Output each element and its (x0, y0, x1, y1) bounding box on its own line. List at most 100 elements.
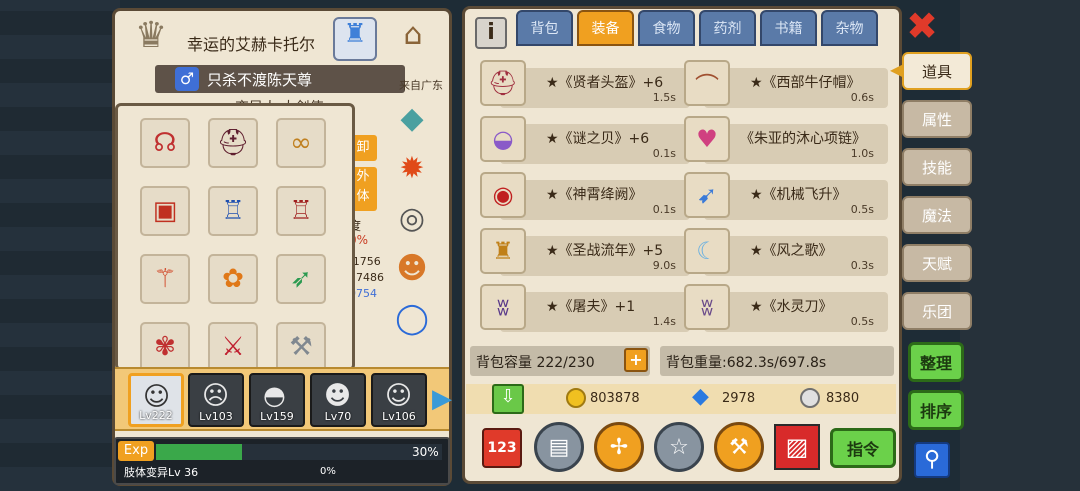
list-item[interactable]: ★《水灵刀》 0.5s ʬ (684, 284, 894, 332)
party-member-5[interactable]: ☺ Lv106 (371, 373, 427, 427)
star-button[interactable]: ☆ (654, 422, 704, 472)
numbers-icon: 123 (487, 440, 517, 456)
pinwheel-button[interactable]: ✢ (594, 422, 644, 472)
equip-slot-pumpkin-staff[interactable]: ✿ (208, 254, 258, 304)
equip-slot-backpack[interactable]: ▣ (140, 186, 190, 236)
party-level-5: Lv106 (382, 410, 416, 423)
side-tab-skills[interactable]: 技能 (902, 148, 972, 186)
character-portrait-icon: ☹ (202, 381, 230, 411)
book-button[interactable]: ▤ (534, 422, 584, 472)
equip-slot-battle-axe[interactable]: ⚒ (276, 322, 326, 368)
flower-spear-icon: ✾ (154, 332, 176, 362)
character-portrait-icon: ☺ (143, 382, 171, 412)
close-icon[interactable]: ✖ (904, 7, 940, 45)
tab-books[interactable]: 书籍 (760, 10, 817, 46)
weight-label: 背包重量:682.3s/697.8s (666, 355, 827, 371)
equip-slot-scepter[interactable]: ⚚ (140, 254, 190, 304)
exp-pct: 30% (412, 445, 439, 459)
bag-download-button[interactable]: ⇩ (492, 384, 524, 414)
party-member-4[interactable]: ☻ Lv70 (310, 373, 366, 427)
party-member-1[interactable]: ☺ Lv222 (128, 373, 184, 427)
slot-goggles-icon[interactable]: ◎ (387, 201, 437, 247)
equip-slot-flower-spear[interactable]: ✾ (140, 322, 190, 368)
crystal-icon[interactable]: ♜ (333, 17, 377, 61)
equip-slot-scarf[interactable]: ∞ (276, 118, 326, 168)
scarf-icon: ∞ (290, 128, 312, 158)
tab-equipment[interactable]: 装备 (577, 10, 634, 46)
slot-flame-icon[interactable]: ✹ (387, 151, 437, 197)
expand-capacity-button[interactable]: + (624, 348, 648, 372)
sort-button[interactable]: 排序 (908, 390, 964, 430)
party-level-1: Lv222 (139, 409, 173, 422)
item-row: ★《神霄绛阙》 0.1s (500, 180, 690, 220)
list-item[interactable]: ★《屠夫》+1 1.4s ʬ (480, 284, 690, 332)
item-name: ★《风之歌》 (750, 243, 833, 259)
helmet-icon: ⛑ (216, 128, 250, 158)
hanger-icon[interactable]: ⌂ (385, 17, 441, 61)
slot-gem-icon[interactable]: ◆ (387, 101, 437, 147)
game-background-right (960, 0, 1080, 491)
backpack-icon: ▣ (152, 196, 178, 226)
gold-coin-icon (566, 388, 586, 408)
list-item[interactable]: ★《风之歌》 0.3s ☾ (684, 228, 894, 276)
tools-button[interactable]: ⚒ (714, 422, 764, 472)
item-row: ★《机械飞升》 0.5s (704, 180, 888, 220)
side-tab-talent[interactable]: 天赋 (902, 244, 972, 282)
list-item[interactable]: ★《谜之贝》+6 0.1s ◒ (480, 116, 690, 164)
appearance-label-top: 外 (356, 169, 370, 184)
item-row: ★《西部牛仔帽》 0.6s (704, 68, 888, 108)
tab-bag[interactable]: 背包 (516, 10, 573, 46)
cowboy-hat-icon: ⌒ (684, 60, 730, 106)
side-tab-band[interactable]: 乐团 (902, 292, 972, 330)
mutation-label: 肢体变异Lv 36 (124, 466, 199, 479)
appearance-label-bottom: 体 (356, 189, 370, 204)
side-tab-attributes[interactable]: 属性 (902, 100, 972, 138)
tab-misc[interactable]: 杂物 (821, 10, 878, 46)
cube-button[interactable]: ▨ (774, 424, 820, 470)
item-time: 1.4s (652, 315, 676, 328)
item-time: 1.0s (850, 147, 874, 160)
item-row: ★《屠夫》+1 1.4s (500, 292, 690, 332)
tab-food[interactable]: 食物 (638, 10, 695, 46)
equip-slot-red-axe[interactable]: ⚔ (208, 322, 258, 368)
item-name: ★《圣战流年》+5 (546, 243, 664, 259)
side-tab-items[interactable]: 道具 (902, 52, 972, 90)
equip-slot-coat[interactable]: ♖ (276, 186, 326, 236)
tools-icon: ⚒ (729, 434, 749, 460)
side-tab-magic[interactable]: 魔法 (902, 196, 972, 234)
equip-slot-crossbow[interactable]: ➶ (276, 254, 326, 304)
side-arrow-icon: ◀ (890, 60, 903, 79)
item-time: 9.0s (652, 259, 676, 272)
slot-ring-icon[interactable]: ◯ (387, 301, 437, 347)
exp-track (156, 444, 442, 460)
game-background-left (0, 0, 120, 491)
info-button[interactable]: i (475, 17, 507, 49)
gold-amount: 803878 (590, 391, 640, 406)
party-next-arrow-icon[interactable]: ▶ (432, 384, 452, 414)
item-name: ★《西部牛仔帽》 (750, 75, 861, 91)
pumpkin-staff-icon: ✿ (222, 264, 244, 294)
search-button[interactable]: ⚲ (914, 442, 950, 478)
origin-label: 来自广东 (399, 79, 443, 92)
character-portrait-icon: ☻ (324, 381, 352, 411)
list-item[interactable]: ★《西部牛仔帽》 0.6s ⌒ (684, 60, 894, 108)
party-member-3[interactable]: ◓ Lv159 (249, 373, 305, 427)
party-member-2[interactable]: ☹ Lv103 (188, 373, 244, 427)
tab-potion[interactable]: 药剂 (699, 10, 756, 46)
equip-slot-helmet[interactable]: ⛑ (208, 118, 258, 168)
command-button[interactable]: 指令 (830, 428, 896, 468)
list-item[interactable]: ★《机械飞升》 0.5s ➹ (684, 172, 894, 220)
list-item[interactable]: ★《神霄绛阙》 0.1s ◉ (480, 172, 690, 220)
list-item[interactable]: ★《贤者头盔》+6 1.5s ⛑ (480, 60, 690, 108)
party-level-4: Lv70 (324, 410, 352, 423)
list-item[interactable]: ★《圣战流年》+5 9.0s ♜ (480, 228, 690, 276)
water-blade-icon: ʬ (684, 284, 730, 330)
organize-button[interactable]: 整理 (908, 342, 964, 382)
slot-bear-icon[interactable]: ☻ (387, 251, 437, 297)
equip-slot-headphones[interactable]: ☊ (140, 118, 190, 168)
item-name: ★《水灵刀》 (750, 299, 833, 315)
list-item[interactable]: 《朱亚的沐心项链》 1.0s ♥ (684, 116, 894, 164)
equip-slot-vest[interactable]: ♖ (208, 186, 258, 236)
vest-icon: ♖ (221, 196, 245, 226)
number-sort-button[interactable]: 123 (482, 428, 522, 468)
